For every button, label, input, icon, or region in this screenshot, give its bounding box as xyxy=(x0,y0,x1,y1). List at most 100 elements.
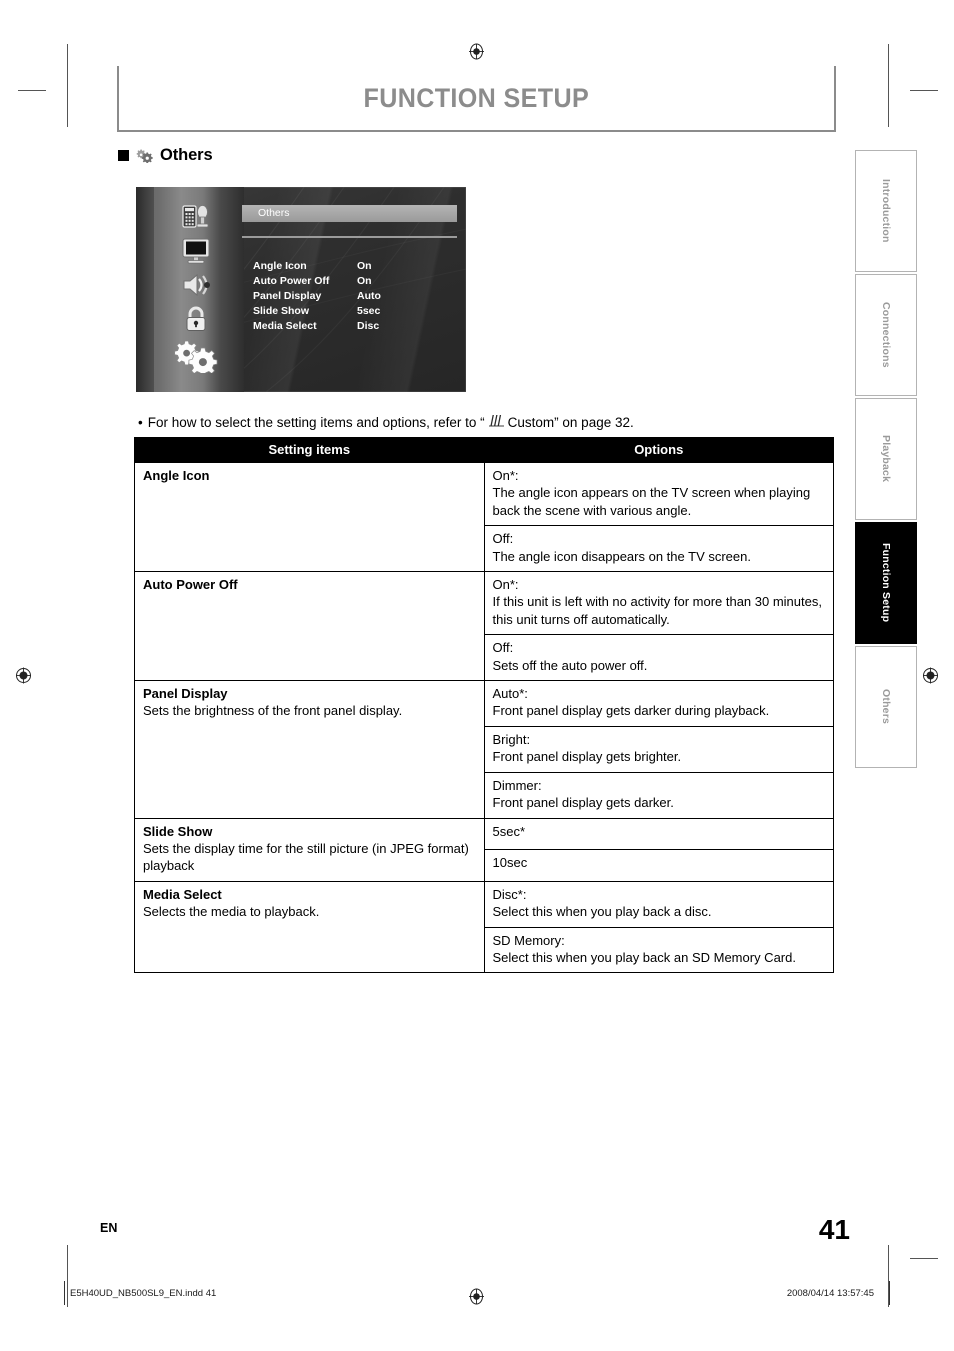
table-row: Angle Icon On*: The angle icon appears o… xyxy=(134,461,834,573)
chapter-tab-others[interactable]: Others xyxy=(855,646,917,768)
option-title: On*: xyxy=(492,577,519,593)
setting-item-name: Angle Icon xyxy=(143,468,210,483)
option-body: Select this when you play back an SD Mem… xyxy=(492,949,796,965)
setting-item-cell: Media Select Selects the media to playba… xyxy=(134,880,485,974)
setting-item-cell: Auto Power Off xyxy=(134,571,485,682)
note-line: • For how to select the setting items an… xyxy=(138,414,634,430)
custom-sliders-icon xyxy=(488,414,505,427)
print-timestamp: 2008/04/14 13:57:45 xyxy=(786,1288,874,1299)
footer-rule-right xyxy=(889,1281,890,1305)
chapter-tab-introduction[interactable]: Introduction xyxy=(855,150,917,272)
option-body: Sets off the auto power off. xyxy=(492,657,648,673)
osd-setting-value: On xyxy=(357,274,372,287)
page-header-box: FUNCTION SETUP xyxy=(117,66,836,132)
section-title: Others xyxy=(160,145,213,164)
tv-monitor-icon[interactable] xyxy=(179,237,213,265)
chapter-tab-label: Others xyxy=(880,689,892,725)
chapter-tab-playback[interactable]: Playback xyxy=(855,398,917,520)
column-header-setting-items: Setting items xyxy=(134,437,485,463)
column-header-options: Options xyxy=(483,437,834,463)
lock-icon[interactable] xyxy=(179,305,213,333)
osd-setting-value: On xyxy=(357,259,372,272)
osd-icon-column xyxy=(170,203,222,377)
remote-control-icon[interactable] xyxy=(179,203,213,231)
table-row: Auto Power Off On*: If this unit is left… xyxy=(134,571,834,682)
osd-divider xyxy=(242,236,457,238)
registration-mark-top xyxy=(468,43,485,60)
page-number: 41 xyxy=(818,1214,850,1245)
option-title: On*: xyxy=(492,468,519,483)
table-row: Media Select Selects the media to playba… xyxy=(134,880,834,974)
osd-panel-title-bar: Others xyxy=(242,205,457,222)
square-bullet-icon xyxy=(118,149,129,161)
setting-item-desc: Selects the media to playback. xyxy=(143,904,320,920)
option-cell: Bright: Front panel display gets brighte… xyxy=(483,725,834,773)
setting-item-name: Slide Show xyxy=(143,823,213,839)
osd-setting-list: Angle Icon On Auto Power Off On Panel Di… xyxy=(253,258,458,333)
option-body: Select this when you play back a disc. xyxy=(492,904,712,920)
crop-mark-top-right xyxy=(888,44,889,127)
note-text-after: Custom” on page 32. xyxy=(507,415,634,430)
setting-item-name: Panel Display xyxy=(143,686,228,702)
audio-speaker-icon[interactable] xyxy=(179,271,213,299)
chapter-tab-rail: Introduction Connections Playback Functi… xyxy=(855,150,917,768)
osd-setting-value: Disc xyxy=(357,319,380,332)
crop-mark-top-left xyxy=(67,44,68,127)
setting-item-cell: Panel Display Sets the brightness of the… xyxy=(134,680,485,819)
registration-mark-bottom xyxy=(468,1288,485,1305)
table-row: Slide Show Sets the display time for the… xyxy=(134,817,834,882)
page-title: FUNCTION SETUP xyxy=(363,82,590,113)
option-title: SD Memory: xyxy=(492,932,565,948)
osd-setting-row[interactable]: Slide Show 5sec xyxy=(253,303,458,318)
osd-setting-row[interactable]: Angle Icon On xyxy=(253,258,458,273)
option-cell: Disc*: Select this when you play back a … xyxy=(483,880,834,928)
chapter-tab-label: Function Setup xyxy=(880,543,892,623)
gears-icon[interactable] xyxy=(174,339,218,377)
osd-screenshot: Others Angle Icon On Auto Power Off On P… xyxy=(136,187,466,392)
section-heading: Others xyxy=(118,144,213,166)
option-body: If this unit is left with no activity fo… xyxy=(492,594,822,627)
chapter-tab-label: Connections xyxy=(880,302,892,368)
chapter-tab-function-setup[interactable]: Function Setup xyxy=(855,522,917,644)
setting-item-desc: Sets the display time for the still pict… xyxy=(143,840,469,874)
osd-setting-name: Auto Power Off xyxy=(253,274,330,287)
table-header-row: Setting items Options xyxy=(134,437,834,463)
footer-rule-left xyxy=(64,1281,65,1305)
option-cell: 5sec* xyxy=(483,817,834,851)
crop-mark-right-mid xyxy=(910,1258,938,1259)
osd-setting-name: Media Select xyxy=(253,319,317,332)
option-body: Front panel display gets brighter. xyxy=(492,749,682,765)
option-title: Off: xyxy=(492,640,514,656)
option-title: 10sec xyxy=(492,855,528,871)
option-body: The angle icon disappears on the TV scre… xyxy=(492,548,751,564)
note-text-before: For how to select the setting items and … xyxy=(147,415,485,430)
setting-item-name: Media Select xyxy=(143,886,222,902)
gears-icon xyxy=(136,148,153,163)
settings-table: Setting items Options Angle Icon On*: Th… xyxy=(134,437,834,974)
option-cell: On*: The angle icon appears on the TV sc… xyxy=(483,461,834,527)
osd-setting-name: Slide Show xyxy=(253,304,310,317)
option-title: Off: xyxy=(492,531,514,547)
osd-setting-row[interactable]: Panel Display Auto xyxy=(253,288,458,303)
osd-setting-row[interactable]: Media Select Disc xyxy=(253,318,458,333)
osd-left-rail-shadow xyxy=(136,187,154,392)
option-cell: 10sec xyxy=(483,849,834,882)
option-title: Dimmer: xyxy=(492,777,542,793)
chapter-tab-connections[interactable]: Connections xyxy=(855,274,917,396)
option-title: Disc*: xyxy=(492,886,527,902)
option-body: Front panel display gets darker. xyxy=(492,795,674,811)
table-row: Panel Display Sets the brightness of the… xyxy=(134,680,834,819)
option-cell: Dimmer: Front panel display gets darker. xyxy=(483,771,834,819)
crop-mark-right-edge xyxy=(910,90,938,91)
option-cell: On*: If this unit is left with no activi… xyxy=(483,571,834,636)
option-body: Front panel display gets darker during p… xyxy=(492,703,770,719)
setting-item-name: Auto Power Off xyxy=(143,577,238,593)
osd-setting-value: Auto xyxy=(357,289,381,302)
note-bullet-icon: • xyxy=(138,415,143,430)
option-cell: SD Memory: Select this when you play bac… xyxy=(483,926,834,974)
option-cell: Off: Sets off the auto power off. xyxy=(483,634,834,682)
osd-setting-row[interactable]: Auto Power Off On xyxy=(253,273,458,288)
setting-item-cell: Angle Icon xyxy=(134,461,485,573)
registration-mark-left xyxy=(15,667,32,684)
option-cell: Auto*: Front panel display gets darker d… xyxy=(483,680,834,727)
